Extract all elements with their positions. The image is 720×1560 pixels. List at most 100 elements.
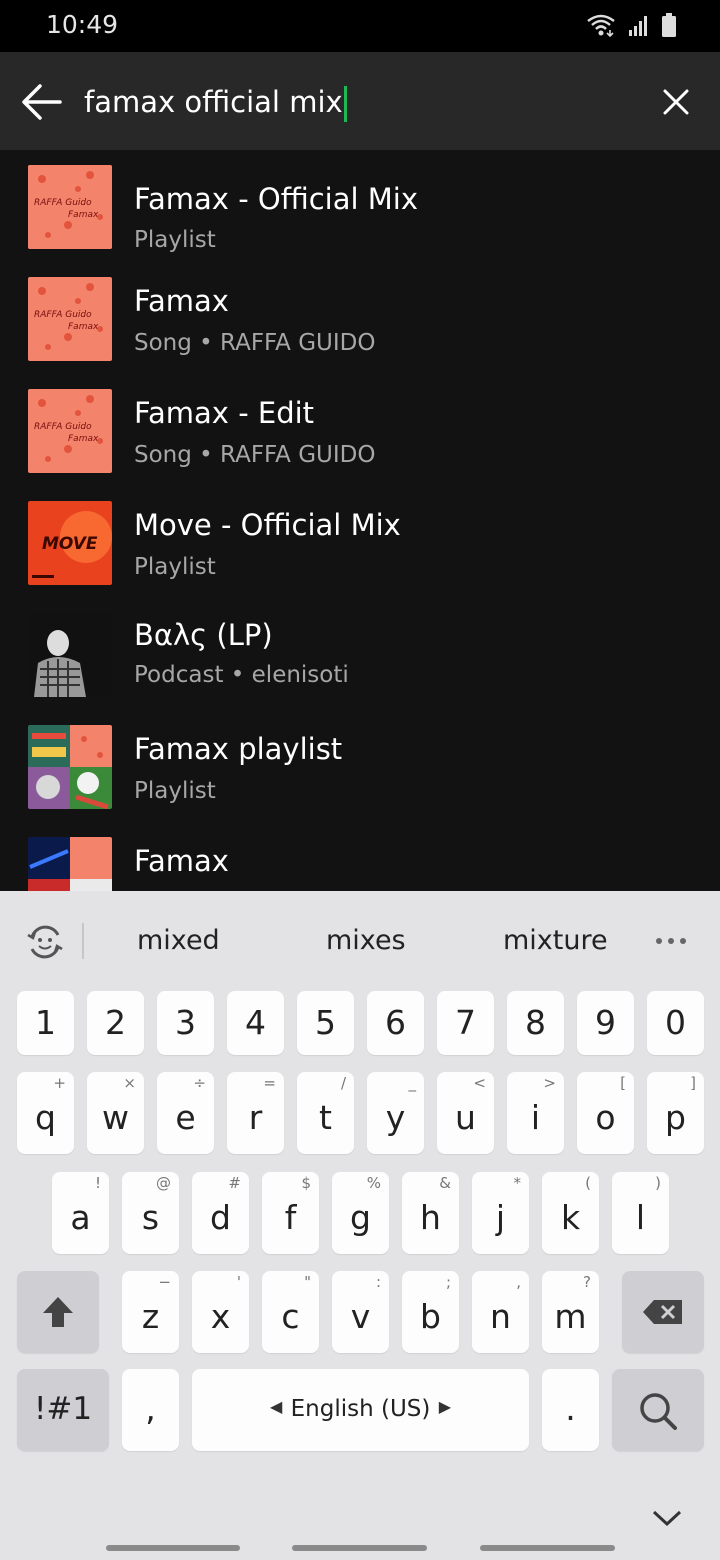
key[interactable]: ; b	[402, 1271, 459, 1353]
key[interactable]: 9	[577, 991, 634, 1055]
caret-right-icon: ▶	[438, 1397, 451, 1416]
key[interactable]: ' x	[192, 1271, 249, 1353]
key[interactable]: 5	[297, 991, 354, 1055]
clear-search-button[interactable]	[658, 84, 694, 120]
result-artwork: RAFFA Guido Famax	[28, 389, 112, 473]
result-item[interactable]: Famax playlist Playlist	[0, 720, 720, 820]
result-title: Βαλς (LP)	[134, 618, 273, 652]
key[interactable]: " c	[262, 1271, 319, 1353]
artwork-label: RAFFA Guido	[34, 422, 92, 432]
suggestion-bar: mixed mixes mixture	[0, 891, 720, 991]
chevron-down-icon[interactable]	[652, 1509, 682, 1527]
search-icon	[640, 1393, 677, 1430]
shift-key[interactable]	[17, 1271, 99, 1353]
key[interactable]: [o	[577, 1072, 634, 1154]
key[interactable]: % g	[332, 1172, 389, 1254]
result-title: Famax	[134, 284, 229, 318]
key[interactable]: # d	[192, 1172, 249, 1254]
result-subtitle: Playlist	[134, 778, 216, 804]
symbols-key[interactable]: !#1	[17, 1369, 109, 1451]
result-artwork: RAFFA Guido Famax	[28, 165, 112, 249]
key[interactable]: & h	[402, 1172, 459, 1254]
key[interactable]: = r	[227, 1072, 284, 1154]
nav-handle[interactable]	[480, 1545, 615, 1551]
result-item[interactable]: RAFFA Guido Famax Famax Song • RAFFA GUI…	[0, 272, 720, 372]
result-artwork: MOVE	[28, 501, 112, 585]
result-artwork	[28, 725, 112, 809]
artwork-label: RAFFA Guido	[34, 310, 92, 320]
result-item[interactable]: MOVE Move - Official Mix Playlist	[0, 496, 720, 596]
status-time: 10:49	[46, 10, 119, 39]
key[interactable]: 8	[507, 991, 564, 1055]
result-subtitle: Song • RAFFA GUIDO	[134, 442, 376, 468]
status-bar: 10:49	[0, 0, 720, 52]
artwork-label: RAFFA Guido	[34, 198, 92, 208]
result-artwork	[28, 613, 112, 697]
result-item[interactable]: RAFFA Guido Famax Famax - Official Mix P…	[0, 160, 720, 260]
key[interactable]: ÷ e	[157, 1072, 214, 1154]
result-title: Famax	[134, 844, 229, 878]
key[interactable]: ,n	[472, 1271, 529, 1353]
result-item[interactable]: RAFFA Guido Famax Famax - Edit Song • RA…	[0, 384, 720, 484]
result-subtitle: Song • RAFFA GUIDO	[134, 330, 376, 356]
key[interactable]: + q	[17, 1072, 74, 1154]
key[interactable]: * j	[472, 1172, 529, 1254]
search-key[interactable]	[612, 1369, 704, 1451]
arrow-left-icon	[22, 84, 62, 120]
key[interactable]: 6	[367, 991, 424, 1055]
key[interactable]: − z	[122, 1271, 179, 1353]
key[interactable]: ! a	[52, 1172, 109, 1254]
key[interactable]: 3	[157, 991, 214, 1055]
result-item[interactable]: Famax	[0, 832, 720, 891]
key[interactable]: ) l	[612, 1172, 669, 1254]
result-subtitle: Playlist	[134, 227, 216, 253]
result-item[interactable]: Βαλς (LP) Podcast • elenisoti	[0, 608, 720, 708]
nav-handle[interactable]	[292, 1545, 427, 1551]
close-icon	[663, 89, 689, 115]
artwork-label: Famax	[68, 210, 99, 220]
key[interactable]: 2	[87, 991, 144, 1055]
result-artwork: RAFFA Guido Famax	[28, 277, 112, 361]
search-input[interactable]: famax official mix	[84, 80, 644, 124]
key[interactable]: _ y	[367, 1072, 424, 1154]
result-title: Famax playlist	[134, 732, 343, 766]
key[interactable]: × w	[87, 1072, 144, 1154]
key[interactable]: 0	[647, 991, 704, 1055]
suggestion-item[interactable]: mixes	[326, 925, 406, 956]
refresh-icon[interactable]	[24, 921, 66, 963]
key[interactable]: 7	[437, 991, 494, 1055]
result-subtitle: Playlist	[134, 554, 216, 580]
more-icon[interactable]	[654, 935, 688, 947]
wifi-icon	[587, 14, 615, 37]
key[interactable]: / t	[297, 1072, 354, 1154]
result-artwork	[28, 837, 112, 891]
backspace-icon	[643, 1300, 682, 1324]
search-results-list: RAFFA Guido Famax Famax - Official Mix P…	[0, 150, 720, 891]
suggestion-item[interactable]: mixed	[137, 925, 220, 956]
space-key[interactable]: ◀ English (US) ▶	[192, 1369, 529, 1451]
result-title: Move - Official Mix	[134, 508, 401, 542]
backspace-key[interactable]	[622, 1271, 704, 1353]
period-key[interactable]: .	[542, 1369, 599, 1451]
key[interactable]: ] p	[647, 1072, 704, 1154]
comma-key[interactable]: ,	[122, 1369, 179, 1451]
artwork-label: Famax	[68, 322, 99, 332]
key[interactable]: 1	[17, 991, 74, 1055]
signal-icon	[629, 16, 647, 36]
key[interactable]: $ f	[262, 1172, 319, 1254]
key[interactable]: > i	[507, 1072, 564, 1154]
artwork-label: MOVE	[42, 534, 98, 554]
key[interactable]: 4	[227, 991, 284, 1055]
key[interactable]: @ s	[122, 1172, 179, 1254]
key[interactable]: (k	[542, 1172, 599, 1254]
divider	[82, 923, 84, 959]
key[interactable]: :v	[332, 1271, 389, 1353]
result-subtitle: Podcast • elenisoti	[134, 662, 349, 688]
nav-handle[interactable]	[106, 1545, 240, 1551]
key[interactable]: ? m	[542, 1271, 599, 1353]
key[interactable]: < u	[437, 1072, 494, 1154]
back-button[interactable]	[20, 80, 64, 124]
status-icons	[586, 13, 676, 37]
suggestion-item[interactable]: mixture	[503, 925, 608, 956]
text-cursor	[343, 86, 347, 122]
